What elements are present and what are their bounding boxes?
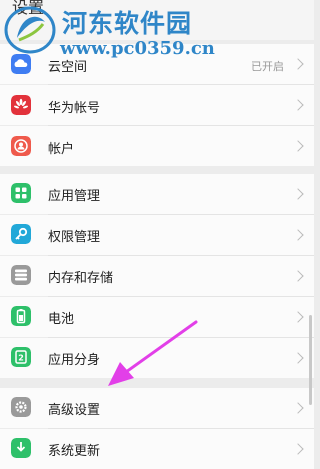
- chevron-right-icon: [292, 443, 304, 455]
- annotation-arrow: [108, 320, 198, 386]
